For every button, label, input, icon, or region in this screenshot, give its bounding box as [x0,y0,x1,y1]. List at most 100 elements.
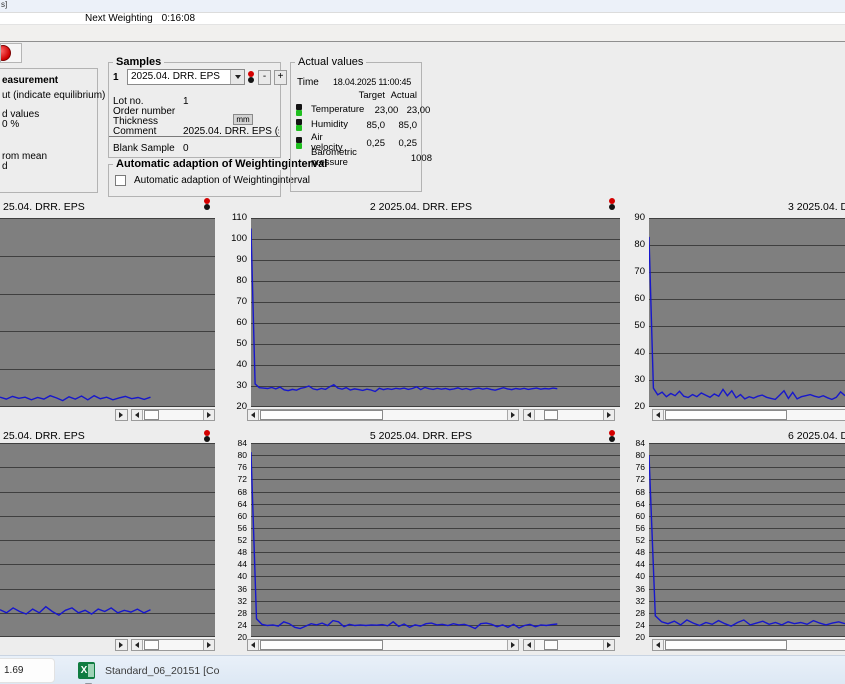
next-weighting-bar: Next Weighting 0:16:08 [0,13,845,25]
table-row: Temperature 23,00 23,00 [296,103,417,117]
chart-hscrollbar[interactable] [652,409,845,421]
chart-hscrollbar[interactable] [247,639,519,651]
y-axis-tick-label: 100 [223,234,247,244]
scrollbar-thumb[interactable] [144,410,159,420]
scroll-left-button[interactable] [524,640,535,650]
humidity-actual: 85,0 [385,120,417,131]
chart-panel-2: 2 2025.04. DRR. EPS 20304050607080901001… [222,196,620,425]
chart-zoom-scrollbar[interactable] [523,409,615,421]
scroll-right-button[interactable] [507,640,518,650]
y-axis-tick-label: 60 [223,511,247,521]
sample-remove-button[interactable]: - [258,70,271,85]
scroll-right-button[interactable] [507,410,518,420]
scroll-right-button[interactable] [203,410,214,420]
temperature-label: Temperature [308,105,364,115]
temperature-target: 23,00 [364,105,398,116]
y-axis-tick-label: 24 [621,620,645,630]
scrollbar-thumb[interactable] [260,640,383,650]
chart-plot-area [251,443,620,637]
scroll-left-button[interactable] [653,410,664,420]
scroll-right-button[interactable] [603,410,614,420]
chart-title: 5 2025.04. DRR. EPS [370,430,472,442]
chart-panel-1: 25.04. DRR. EPS [0,196,215,425]
table-row: Humidity 85,0 85,0 [296,118,417,132]
scroll-left-button[interactable] [248,640,259,650]
scrollbar-thumb[interactable] [544,410,558,420]
scroll-left-button[interactable] [132,640,143,650]
y-axis-tick-label: 64 [223,499,247,509]
next-weighting-label: Next Weighting [85,13,153,24]
y-axis-labels: 2024283236404448525660646872768084 [630,443,649,637]
chart-hscrollbar[interactable] [247,409,519,421]
time-label: Time [297,77,319,88]
y-axis-tick-label: 84 [223,438,247,448]
scroll-left-button[interactable] [132,410,143,420]
divider [109,136,280,137]
y-axis-tick-label: 40 [223,360,247,370]
chart-title-bar: 2 2025.04. DRR. EPS [222,196,620,218]
y-axis-tick-label: 52 [223,535,247,545]
y-axis-tick-label: 52 [621,535,645,545]
auto-adaption-checkbox-label: Automatic adaption of Weightinginterval [134,175,310,186]
y-axis-tick-label: 32 [223,596,247,606]
sample-add-button[interactable]: + [274,70,287,85]
barometric-pressure-label: Barometric pressure [308,148,366,168]
table-row: Barometric pressure 1008 [296,148,417,168]
scrollbar-thumb[interactable] [144,640,159,650]
y-axis-tick-label: 36 [223,584,247,594]
scroll-right-button[interactable] [203,640,214,650]
y-axis-tick-label: 50 [621,321,645,331]
y-axis-tick-label: 20 [621,632,645,642]
scrollbar-thumb[interactable] [665,410,787,420]
scroll-right-button[interactable] [603,640,614,650]
option-fragment: d [2,161,8,172]
y-axis-tick-label: 80 [223,276,247,286]
chart-zoom-scrollbar[interactable] [131,409,215,421]
chart-zoom-scrollbar[interactable] [523,639,615,651]
sample-select[interactable]: 2025.04. DRR. EPS [127,69,245,85]
y-axis-tick-label: 24 [223,620,247,630]
chart-title-bar: 5 2025.04. DRR. EPS [222,428,620,443]
chart-title-bar: 3 2025.04. DRR. EPS [630,196,845,218]
chart-plot-area [251,218,620,407]
option-fragment: ut (indicate equilibrium) [2,90,105,101]
background-window-strip: s] [0,0,845,13]
scrollbar-thumb[interactable] [665,640,787,650]
auto-adaption-checkbox[interactable] [115,175,126,186]
y-axis-tick-label: 48 [621,547,645,557]
y-axis-tick-label: 76 [621,462,645,472]
y-axis-tick-label: 40 [621,571,645,581]
y-axis-tick-label: 56 [621,523,645,533]
y-axis-tick-label: 90 [223,255,247,265]
time-value: 18.04.2025 11:00:45 [333,77,411,87]
window-title-fragment: s] [1,0,7,9]
thickness-unit: mm [233,114,253,125]
scrollbar-thumb[interactable] [260,410,383,420]
chart-hscrollbar[interactable] [652,639,845,651]
scroll-right-button[interactable] [115,409,128,421]
taskbar-item-excel[interactable]: X Standard_06_20151 [Co [78,658,219,683]
samples-box: Samples 1 2025.04. DRR. EPS - + Lot no. … [108,62,281,158]
y-axis-tick-label: 40 [223,571,247,581]
y-axis-tick-label: 44 [621,559,645,569]
y-axis-tick-label: 20 [621,402,645,412]
next-weighting-countdown: 0:16:08 [162,13,195,24]
y-axis-tick-label: 40 [621,348,645,358]
sample-index: 1 [113,72,124,83]
stop-measurement-button[interactable] [0,43,22,63]
scroll-left-button[interactable] [653,640,664,650]
y-axis-tick-label: 72 [621,474,645,484]
y-axis-tick-label: 60 [621,511,645,521]
taskbar-item-1[interactable]: 1.69 [0,658,55,683]
scroll-left-button[interactable] [524,410,535,420]
scroll-left-button[interactable] [248,410,259,420]
y-axis-tick-label: 68 [223,487,247,497]
chart-zoom-scrollbar[interactable] [131,639,215,651]
y-axis-tick-label: 30 [621,375,645,385]
scroll-right-button[interactable] [115,639,128,651]
scrollbar-thumb[interactable] [544,640,558,650]
y-axis-tick-label: 44 [223,559,247,569]
samples-box-title: Samples [113,56,164,68]
blank-sample-label: Blank Sample [113,143,175,154]
chevron-down-icon[interactable] [230,70,244,84]
